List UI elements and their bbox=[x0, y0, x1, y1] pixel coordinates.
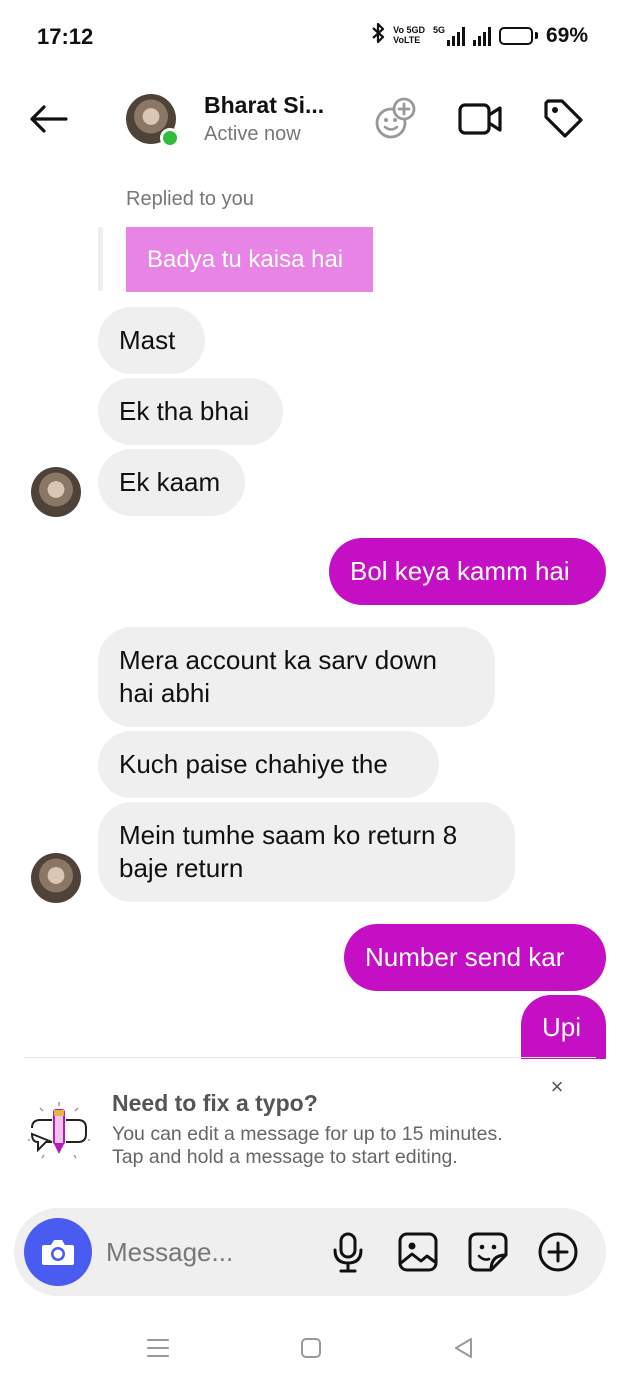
divider bbox=[24, 1057, 596, 1058]
reply-quote-bubble[interactable]: Badya tu kaisa hai bbox=[126, 227, 373, 292]
network-label: VoLTE bbox=[393, 35, 421, 45]
contact-status: Active now bbox=[204, 123, 301, 145]
camera-icon bbox=[42, 1240, 74, 1265]
more-options-button[interactable] bbox=[535, 1229, 581, 1275]
message-bubble-outgoing[interactable]: Number send kar bbox=[344, 924, 606, 991]
online-indicator bbox=[160, 128, 180, 148]
menu-icon bbox=[147, 1339, 169, 1357]
message-input[interactable] bbox=[106, 1230, 306, 1274]
sticker-button[interactable] bbox=[465, 1229, 511, 1275]
add-effects-button[interactable] bbox=[372, 96, 418, 142]
bluetooth-icon bbox=[371, 22, 385, 49]
message-bubble-incoming[interactable]: Ek kaam bbox=[98, 449, 245, 516]
gallery-button[interactable] bbox=[395, 1229, 441, 1275]
back-button[interactable] bbox=[24, 96, 72, 142]
chat-header: Bharat Si... Active now bbox=[0, 76, 620, 162]
message-bubble-incoming[interactable]: Mein tumhe saam ko return 8 baje return bbox=[98, 802, 515, 902]
system-nav-bar bbox=[0, 1310, 620, 1386]
message-bubble-outgoing[interactable]: Bol keya kamm hai bbox=[329, 538, 606, 605]
video-call-icon bbox=[458, 103, 502, 135]
tip-body: You can edit a message for up to 15 minu… bbox=[112, 1123, 503, 1168]
back-triangle-icon bbox=[455, 1338, 472, 1358]
network-5g-label: 5G bbox=[432, 24, 445, 35]
replied-label: Replied to you bbox=[126, 188, 254, 210]
edit-message-icon bbox=[26, 1100, 92, 1166]
signal-icon: 5G bbox=[432, 24, 465, 46]
network-label: Vo 5GD bbox=[393, 25, 425, 35]
avatar[interactable] bbox=[31, 853, 81, 903]
message-bubble-incoming[interactable]: Mast bbox=[98, 307, 205, 374]
battery-percent: 69% bbox=[545, 23, 588, 47]
tip-title: Need to fix a typo? bbox=[112, 1090, 318, 1116]
status-time: 17:12 bbox=[37, 24, 94, 49]
video-call-button[interactable] bbox=[457, 96, 503, 142]
status-bar: 17:12 Vo 5GD VoLTE 5G 69% bbox=[0, 0, 620, 76]
gallery-icon bbox=[398, 1232, 438, 1272]
close-button[interactable]: × bbox=[540, 1070, 574, 1104]
contact-name[interactable]: Bharat Si... bbox=[204, 92, 324, 119]
home-nav-button[interactable] bbox=[291, 1332, 331, 1364]
message-bubble-incoming[interactable]: Kuch paise chahiye the bbox=[98, 731, 439, 798]
sticker-icon bbox=[468, 1232, 508, 1272]
tag-icon bbox=[544, 99, 583, 138]
message-composer bbox=[14, 1208, 606, 1296]
menu-nav-button[interactable] bbox=[138, 1332, 178, 1364]
status-icons: Vo 5GD VoLTE 5G 69% bbox=[371, 22, 588, 49]
plus-circle-icon bbox=[538, 1232, 578, 1272]
home-icon bbox=[301, 1338, 321, 1358]
microphone-button[interactable] bbox=[325, 1229, 371, 1275]
microphone-icon bbox=[333, 1232, 363, 1273]
avatar[interactable] bbox=[31, 467, 81, 517]
reply-bar bbox=[98, 227, 103, 291]
message-bubble-incoming[interactable]: Ek tha bhai bbox=[98, 378, 283, 445]
signal-icon bbox=[472, 26, 491, 46]
close-icon: × bbox=[550, 1074, 564, 1099]
tag-button[interactable] bbox=[541, 96, 587, 142]
contact-avatar[interactable] bbox=[126, 94, 180, 148]
message-bubble-outgoing[interactable]: Upi bbox=[521, 995, 606, 1059]
battery-icon bbox=[498, 26, 538, 45]
message-bubble-incoming[interactable]: Mera account ka sarv down hai abhi bbox=[98, 627, 495, 727]
add-effects-icon bbox=[375, 97, 416, 139]
back-arrow-icon bbox=[30, 105, 68, 133]
network-type-icon: Vo 5GD VoLTE bbox=[393, 26, 425, 45]
back-nav-button[interactable] bbox=[444, 1332, 484, 1364]
camera-button[interactable] bbox=[24, 1218, 92, 1286]
